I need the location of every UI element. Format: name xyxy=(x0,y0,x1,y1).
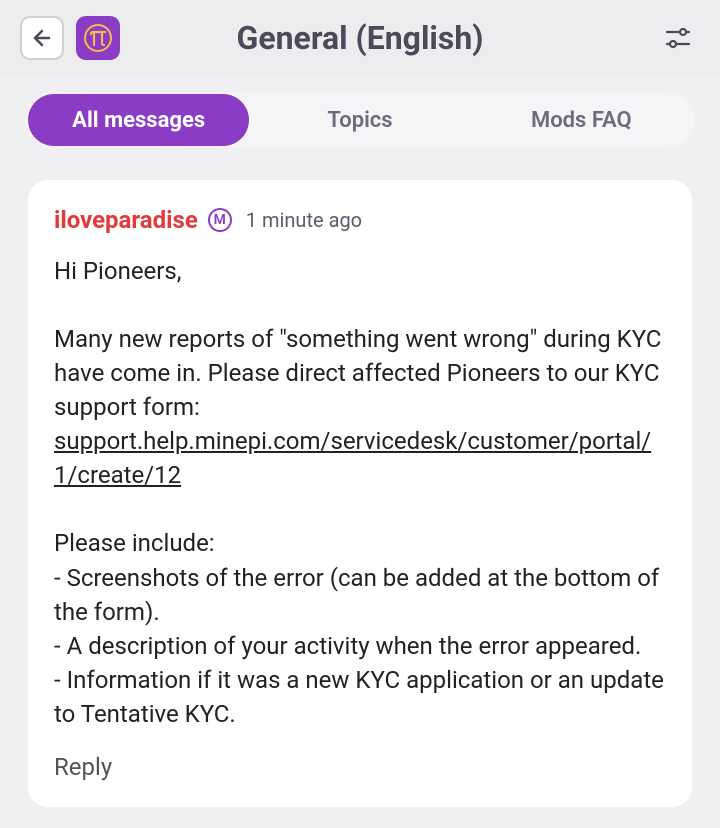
mod-badge: M xyxy=(208,208,232,232)
arrow-left-icon xyxy=(30,26,54,50)
page-title: General (English) xyxy=(64,19,656,57)
message-header: iloveparadise M 1 minute ago xyxy=(54,206,666,234)
username[interactable]: iloveparadise xyxy=(54,206,198,234)
message-card: iloveparadise M 1 minute ago Hi Pioneers… xyxy=(28,180,692,807)
message-bullet-3: - Information if it was a new KYC applic… xyxy=(54,663,666,731)
support-link[interactable]: support.help.minepi.com/servicedesk/cust… xyxy=(54,427,651,489)
back-button[interactable] xyxy=(20,16,64,60)
message-bullet-2: - A description of your activity when th… xyxy=(54,629,666,663)
reply-button[interactable]: Reply xyxy=(54,753,666,781)
tab-all-messages[interactable]: All messages xyxy=(28,94,249,146)
timestamp: 1 minute ago xyxy=(246,208,362,232)
tab-topics[interactable]: Topics xyxy=(249,94,470,146)
settings-button[interactable] xyxy=(656,16,700,60)
message-body: Hi Pioneers, Many new reports of "someth… xyxy=(54,254,666,731)
app-header: General (English) xyxy=(0,0,720,76)
mod-badge-letter: M xyxy=(214,212,226,228)
message-greeting: Hi Pioneers, xyxy=(54,254,666,288)
tab-mods-faq[interactable]: Mods FAQ xyxy=(471,94,692,146)
message-paragraph-1: Many new reports of "something went wron… xyxy=(54,325,661,421)
message-bullet-1: - Screenshots of the error (can be added… xyxy=(54,561,666,629)
sliders-icon xyxy=(663,23,693,53)
message-paragraph-2: Please include: xyxy=(54,526,666,560)
tabs: All messages Topics Mods FAQ xyxy=(26,92,694,148)
tabs-container: All messages Topics Mods FAQ xyxy=(0,76,720,164)
